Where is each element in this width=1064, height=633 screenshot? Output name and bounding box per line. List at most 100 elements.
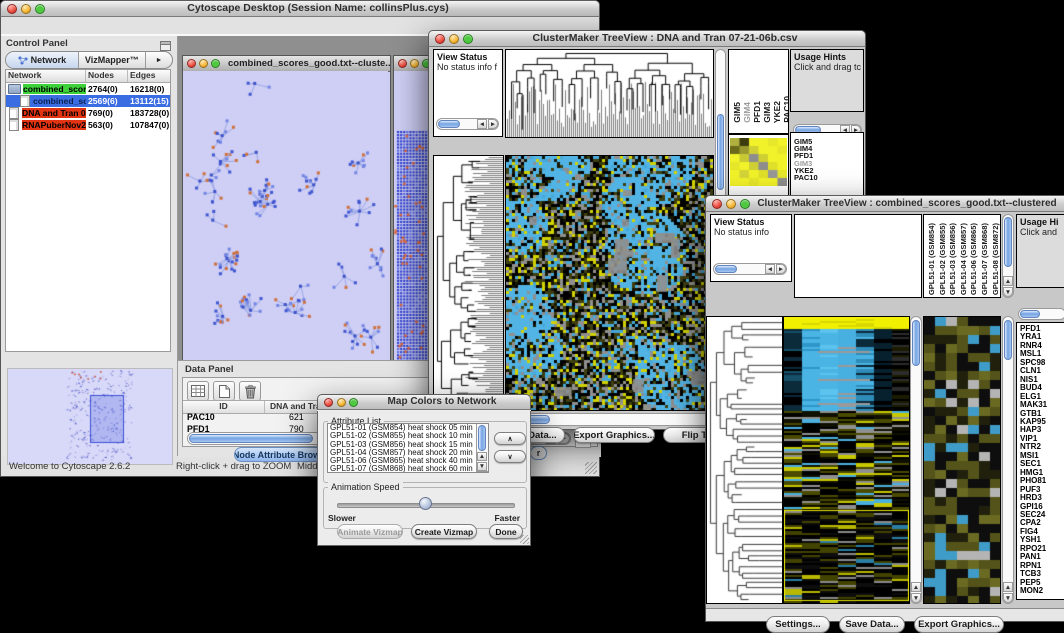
scrollbar-thumb[interactable]: [478, 425, 486, 451]
create-vizmap-button[interactable]: Create Vizmap: [411, 524, 477, 539]
tv1-status-scrollbar[interactable]: ◄ ►: [436, 118, 499, 130]
minimize-button[interactable]: [21, 4, 31, 14]
faster-label: Faster: [494, 513, 520, 523]
tv1-status-text: No status info f: [434, 62, 502, 72]
scroll-down-icon[interactable]: ▼: [477, 462, 487, 471]
attribute-list-scrollbar[interactable]: ▲ ▼: [476, 424, 488, 472]
frame1-titlebar[interactable]: combined_scores_good.txt--cluste...: [183, 56, 390, 72]
resize-grip[interactable]: [520, 535, 529, 544]
tv2-heatmap-scrollbar[interactable]: ▲ ▼: [910, 316, 922, 604]
close-button[interactable]: [7, 4, 17, 14]
select-attributes-icon[interactable]: [187, 381, 209, 401]
tv1-row-dendrogram[interactable]: [433, 155, 504, 411]
tv2-zoom-heatmap[interactable]: [923, 316, 1001, 604]
close-button[interactable]: [187, 59, 196, 68]
network-row-dna-tran[interactable]: DNA and Tran 07 769(0) 183728(0): [6, 107, 170, 119]
zoom-button[interactable]: [349, 398, 358, 407]
move-up-button[interactable]: ∧: [494, 432, 526, 445]
tv2-usage-scrollbar[interactable]: [1018, 308, 1064, 320]
close-button[interactable]: [398, 59, 407, 68]
scroll-left-icon[interactable]: ◄: [477, 119, 487, 129]
new-attribute-icon[interactable]: [213, 381, 235, 401]
scroll-down-icon[interactable]: ▼: [1003, 593, 1013, 603]
zoom-button[interactable]: [35, 4, 45, 14]
tv2-export-graphics-button[interactable]: Export Graphics...: [914, 616, 1004, 633]
scroll-up-icon[interactable]: ▲: [1003, 276, 1013, 286]
minimize-button[interactable]: [410, 59, 419, 68]
scrollbar-thumb[interactable]: [717, 114, 724, 190]
scrollbar-thumb[interactable]: [189, 434, 313, 443]
attribute-list: GPL51-01 (GSM854) heat shock 05 minGPL51…: [327, 423, 489, 473]
tv2-collabel-scrollbar[interactable]: ▲ ▼: [1002, 214, 1014, 298]
scrollbar-thumb[interactable]: [438, 120, 460, 128]
minimize-button[interactable]: [726, 199, 736, 209]
status-zoom-hint: Right-click + drag to ZOOM: [176, 461, 291, 472]
tv1-usage-hints-text: Click and drag tc: [791, 62, 863, 72]
tv1-usage-hints-panel: Usage Hints Click and drag tc: [790, 49, 864, 112]
tv2-heatmap[interactable]: [783, 316, 910, 604]
tv1-heatmap[interactable]: [505, 155, 714, 411]
scroll-right-icon[interactable]: ►: [488, 119, 498, 129]
scroll-up-icon[interactable]: ▲: [911, 582, 921, 592]
tv1-column-dendrogram[interactable]: [505, 49, 714, 138]
tv1-export-graphics-button[interactable]: Export Graphics...: [573, 427, 655, 443]
close-button[interactable]: [712, 199, 722, 209]
close-button[interactable]: [435, 34, 445, 44]
scroll-right-icon[interactable]: ►: [776, 264, 786, 274]
tv1-usage-hints-label: Usage Hints: [791, 50, 863, 62]
tab-network[interactable]: Network: [6, 52, 79, 68]
tv2-zoom-scrollbar[interactable]: ▲ ▼: [1002, 316, 1014, 604]
minimize-button[interactable]: [449, 34, 459, 44]
speed-slider-thumb[interactable]: [419, 497, 432, 510]
zoom-button[interactable]: [740, 199, 750, 209]
zoom-button[interactable]: [211, 59, 220, 68]
tab-clipped[interactable]: r: [530, 446, 547, 460]
move-down-button[interactable]: ∨: [494, 450, 526, 463]
scroll-left-icon[interactable]: ◄: [765, 264, 775, 274]
done-button[interactable]: Done: [489, 524, 523, 539]
minimize-button[interactable]: [199, 59, 208, 68]
tabs-more-button[interactable]: ►: [146, 52, 172, 68]
tv2-column-dendrogram[interactable]: [794, 214, 922, 298]
tab-vizmapper[interactable]: VizMapper™: [79, 52, 146, 68]
scrollbar-thumb[interactable]: [1004, 217, 1012, 267]
desktop: Cytoscape Desktop (Session Name: collins…: [0, 0, 1064, 633]
treeview1-titlebar[interactable]: ClusterMaker TreeView : DNA and Tran 07-…: [428, 30, 866, 47]
tv2-save-data-button[interactable]: Save Data...: [839, 616, 905, 633]
tv2-status-scrollbar[interactable]: ◄ ►: [713, 263, 787, 275]
tv2-usage-hints-panel: Usage Hi Click and: [1016, 214, 1064, 288]
scroll-up-icon[interactable]: ▲: [1003, 582, 1013, 592]
scroll-down-icon[interactable]: ▼: [1003, 287, 1013, 297]
scrollbar-thumb[interactable]: [1020, 310, 1040, 318]
animate-vizmap-button[interactable]: Animate Vizmap: [337, 524, 403, 539]
tv2-column-labels: GPL51-01 (GSM854)GPL51-02 (GSM855)GPL51-…: [923, 214, 1001, 298]
network-row-rnapuber[interactable]: RNAPuberNov2+ 563(0) 107847(0): [6, 119, 170, 131]
treeview2-titlebar[interactable]: ClusterMaker TreeView : combined_scores_…: [705, 195, 1064, 212]
scroll-down-icon[interactable]: ▼: [911, 593, 921, 603]
minimize-button[interactable]: [337, 398, 346, 407]
network-row-combined-scores[interactable]: combined_scores 2764(0) 16218(0): [6, 83, 170, 95]
network-list: Network Nodes Edges combined_scores 2764…: [5, 69, 171, 352]
network-doc-icon: [20, 95, 30, 107]
tv2-usage-hints-text: Click and: [1017, 227, 1064, 237]
network-overview-panel[interactable]: [7, 368, 173, 465]
tv2-settings-button[interactable]: Settings...: [766, 616, 830, 633]
delete-attribute-trash-icon[interactable]: [239, 381, 261, 401]
tab-node-attribute-browser[interactable]: Node Attribute Brows: [234, 447, 324, 462]
scrollbar-thumb[interactable]: [715, 265, 737, 273]
scroll-up-icon[interactable]: ▲: [477, 452, 487, 461]
tv1-view-status-label: View Status: [434, 50, 502, 62]
network-row-selected[interactable]: combined_sco 2569(6) 13112(15): [6, 95, 170, 107]
close-button[interactable]: [324, 398, 333, 407]
network-view-clusters[interactable]: [183, 71, 388, 377]
tv2-footer: Settings... Save Data... Export Graphics…: [706, 608, 1064, 621]
tv2-row-dendrogram[interactable]: [706, 316, 783, 604]
zoom-button[interactable]: [463, 34, 473, 44]
dialog-titlebar[interactable]: Map Colors to Network: [317, 394, 531, 410]
control-panel: Control Panel Network VizMapper™ ► Netwo…: [1, 36, 178, 456]
scrollbar-thumb[interactable]: [1004, 320, 1012, 360]
scrollbar-thumb[interactable]: [912, 320, 920, 366]
main-titlebar[interactable]: Cytoscape Desktop (Session Name: collins…: [0, 0, 600, 17]
treeview2-title: ClusterMaker TreeView : combined_scores_…: [744, 196, 1064, 211]
resize-grip[interactable]: [585, 462, 597, 474]
